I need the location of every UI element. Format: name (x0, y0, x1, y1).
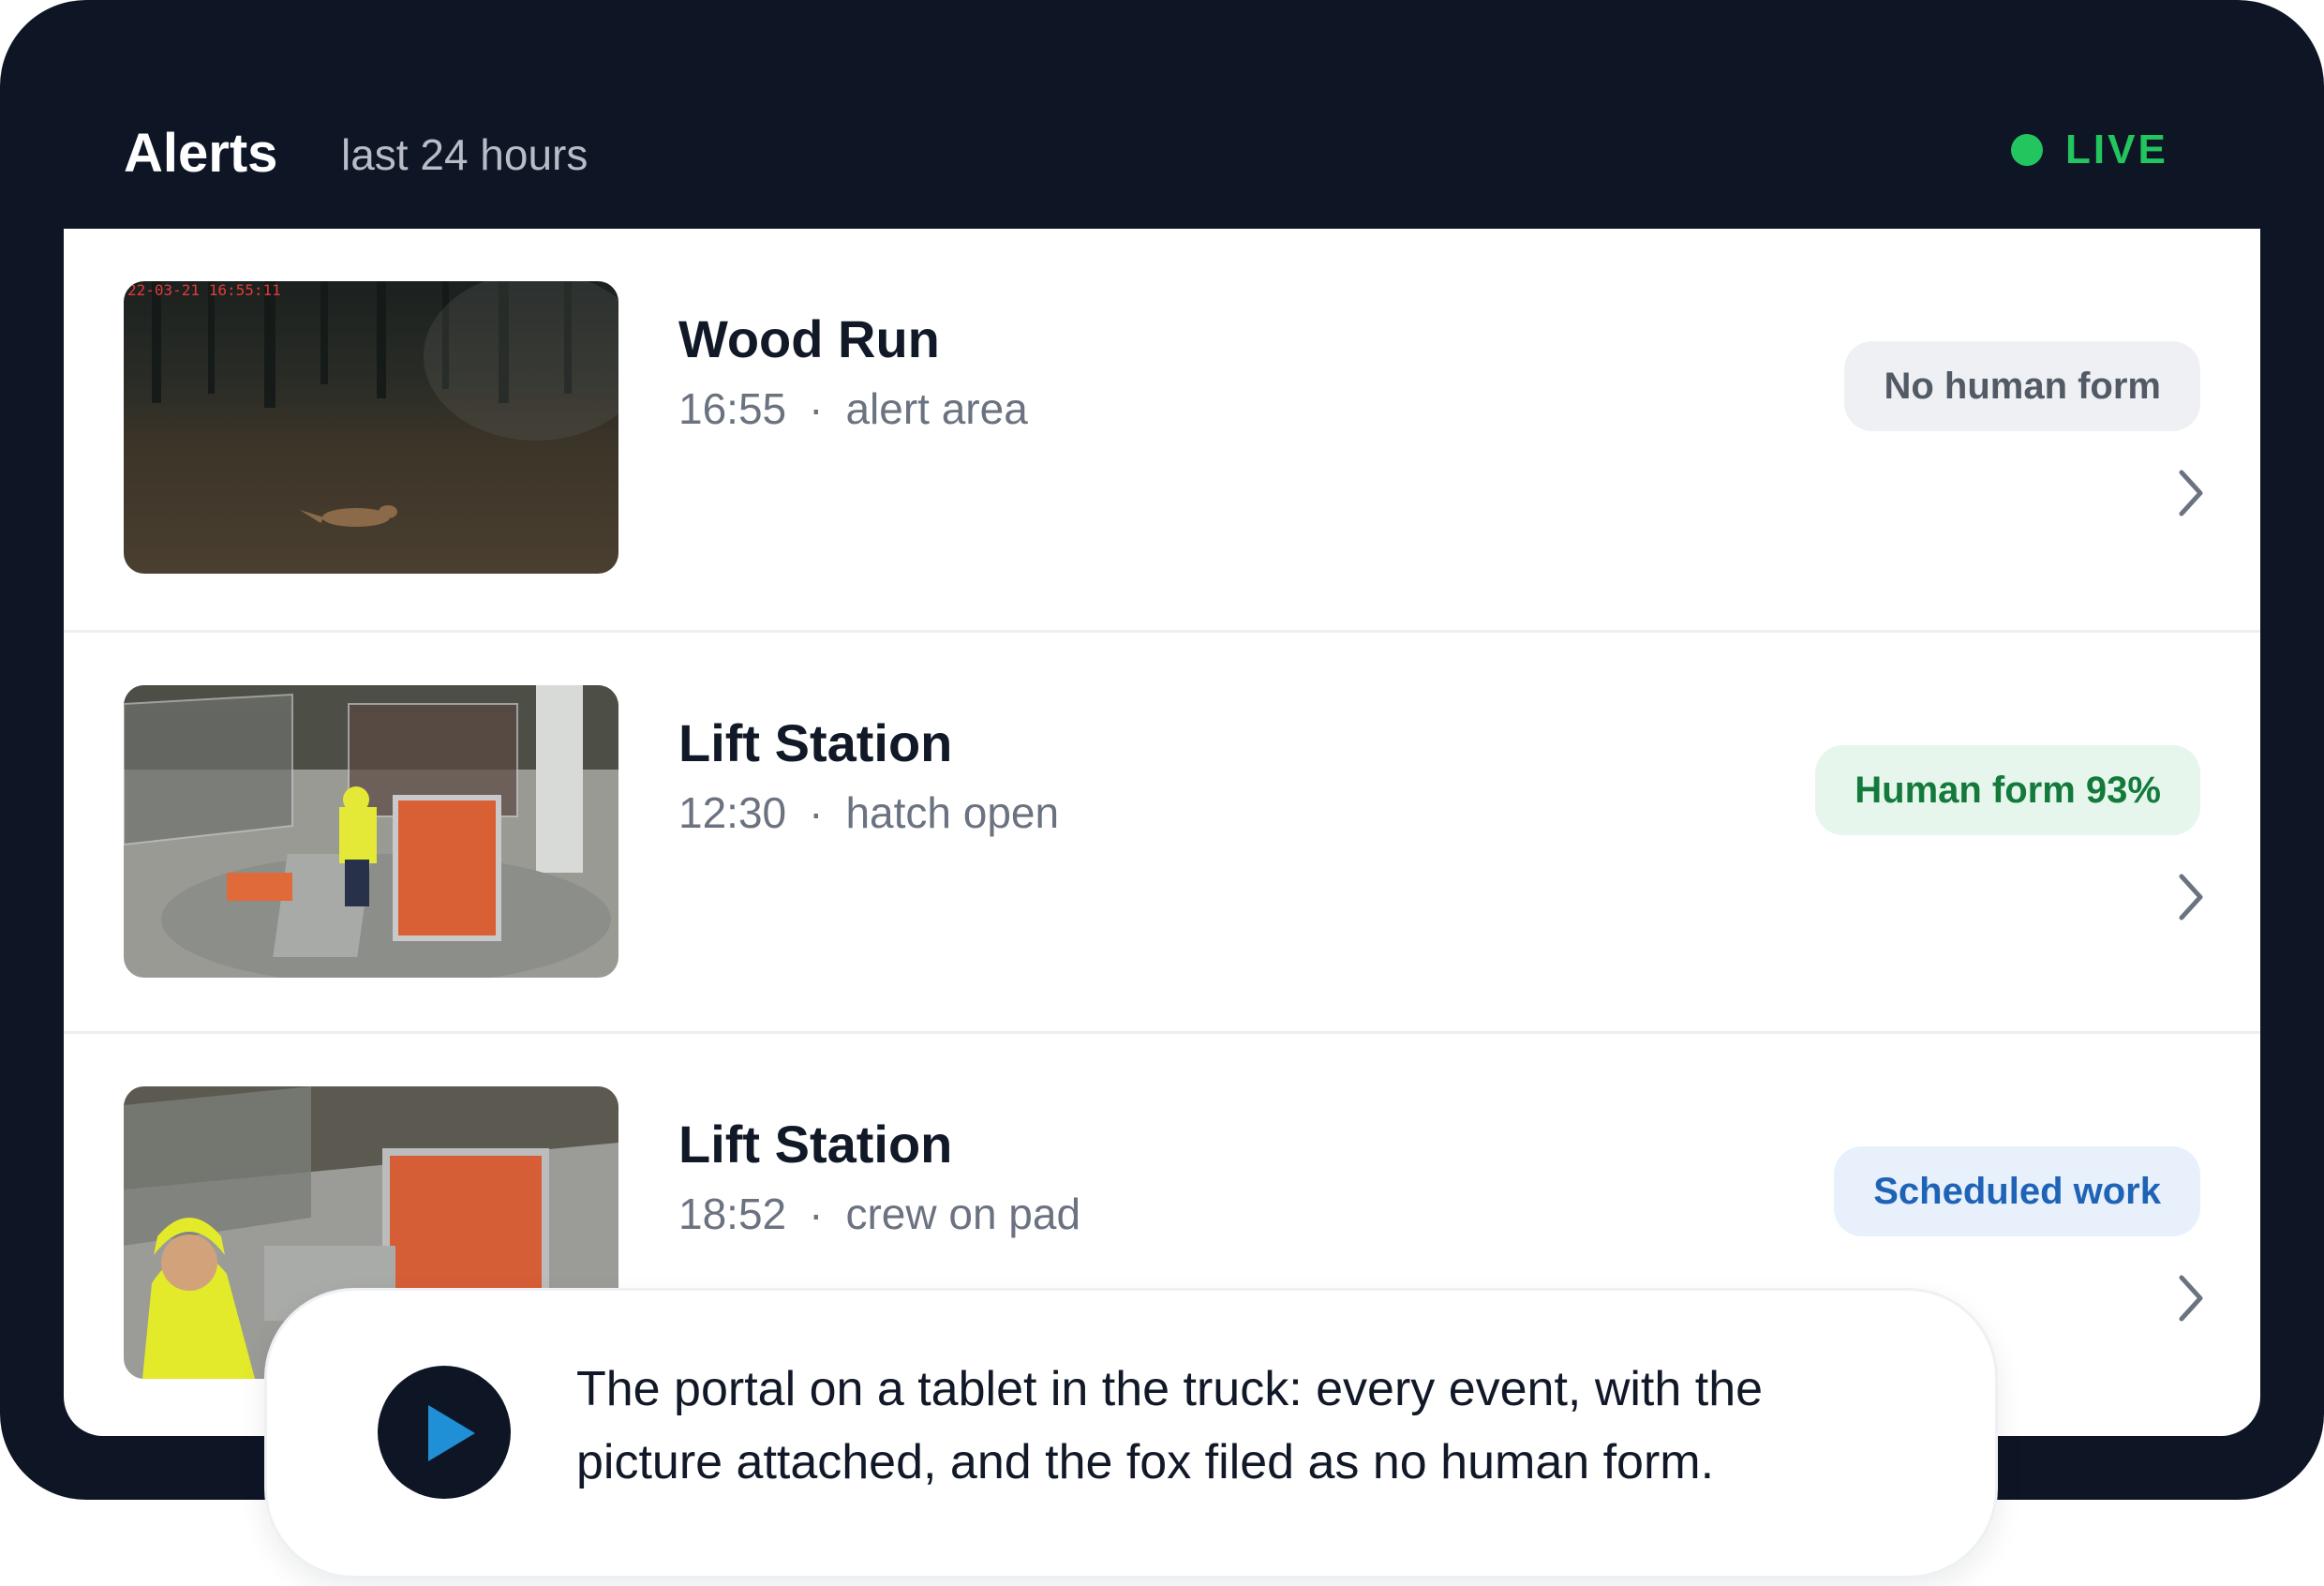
alert-event: alert area (845, 384, 1028, 433)
caption-card: The portal on a tablet in the truck: eve… (264, 1288, 1998, 1579)
alert-event: crew on pad (845, 1190, 1081, 1238)
alert-site: Lift Station (678, 713, 953, 772)
alert-time: 18:52 (678, 1190, 787, 1238)
meta-separator: · (809, 788, 824, 837)
alert-time: 12:30 (678, 788, 787, 837)
chevron-right-icon[interactable] (2172, 465, 2210, 521)
caption-text: The portal on a tablet in the truck: eve… (576, 1362, 1764, 1489)
meta-separator: · (809, 1190, 824, 1238)
meta-separator: · (809, 384, 824, 433)
stage: Alerts last 24 hours LIVE 22-03-21 16:55… (0, 0, 2324, 1586)
thumbnail-timestamp: 22-03-21 16:55:11 (127, 281, 281, 299)
alert-meta: 12:30 · hatch open (678, 783, 1059, 843)
classification-badge: Human form 93% (1815, 745, 2200, 835)
alert-time: 16:55 (678, 384, 787, 433)
alert-site: Wood Run (678, 309, 940, 368)
time-range-label: last 24 hours (341, 130, 588, 179)
alert-meta: 18:52 · crew on pad (678, 1184, 1080, 1244)
live-indicator: LIVE (2011, 122, 2168, 178)
alert-thumbnail[interactable] (124, 685, 618, 978)
chevron-right-icon[interactable] (2172, 1270, 2210, 1326)
classification-badge: No human form (1844, 341, 2200, 431)
play-icon (428, 1405, 475, 1461)
alert-site: Lift Station (678, 1115, 953, 1174)
alerts-list: 22-03-21 16:55:11 Wood Run 16:55 · alert a… (64, 229, 2260, 1436)
alert-thumbnail[interactable]: 22-03-21 16:55:11 (124, 281, 618, 574)
alert-meta: 16:55 · alert area (678, 379, 1028, 439)
alert-event: hatch open (845, 788, 1060, 837)
night-camera-image (124, 281, 618, 574)
page-title: Alerts (124, 123, 278, 184)
play-button[interactable] (378, 1366, 511, 1499)
tablet-frame: Alerts last 24 hours LIVE 22-03-21 16:55… (0, 0, 2324, 1500)
live-dot-icon (2011, 134, 2043, 166)
chevron-right-icon[interactable] (2172, 869, 2210, 925)
alert-row-wood-run[interactable]: 22-03-21 16:55:11 Wood Run 16:55 · alert a… (64, 229, 2260, 630)
alert-row-lift-station-hatch[interactable]: Lift Station 12:30 · hatch open Human form… (64, 630, 2260, 1034)
live-label: LIVE (2065, 127, 2168, 172)
classification-badge: Scheduled work (1834, 1146, 2200, 1236)
lift-station-camera-image (124, 685, 618, 978)
